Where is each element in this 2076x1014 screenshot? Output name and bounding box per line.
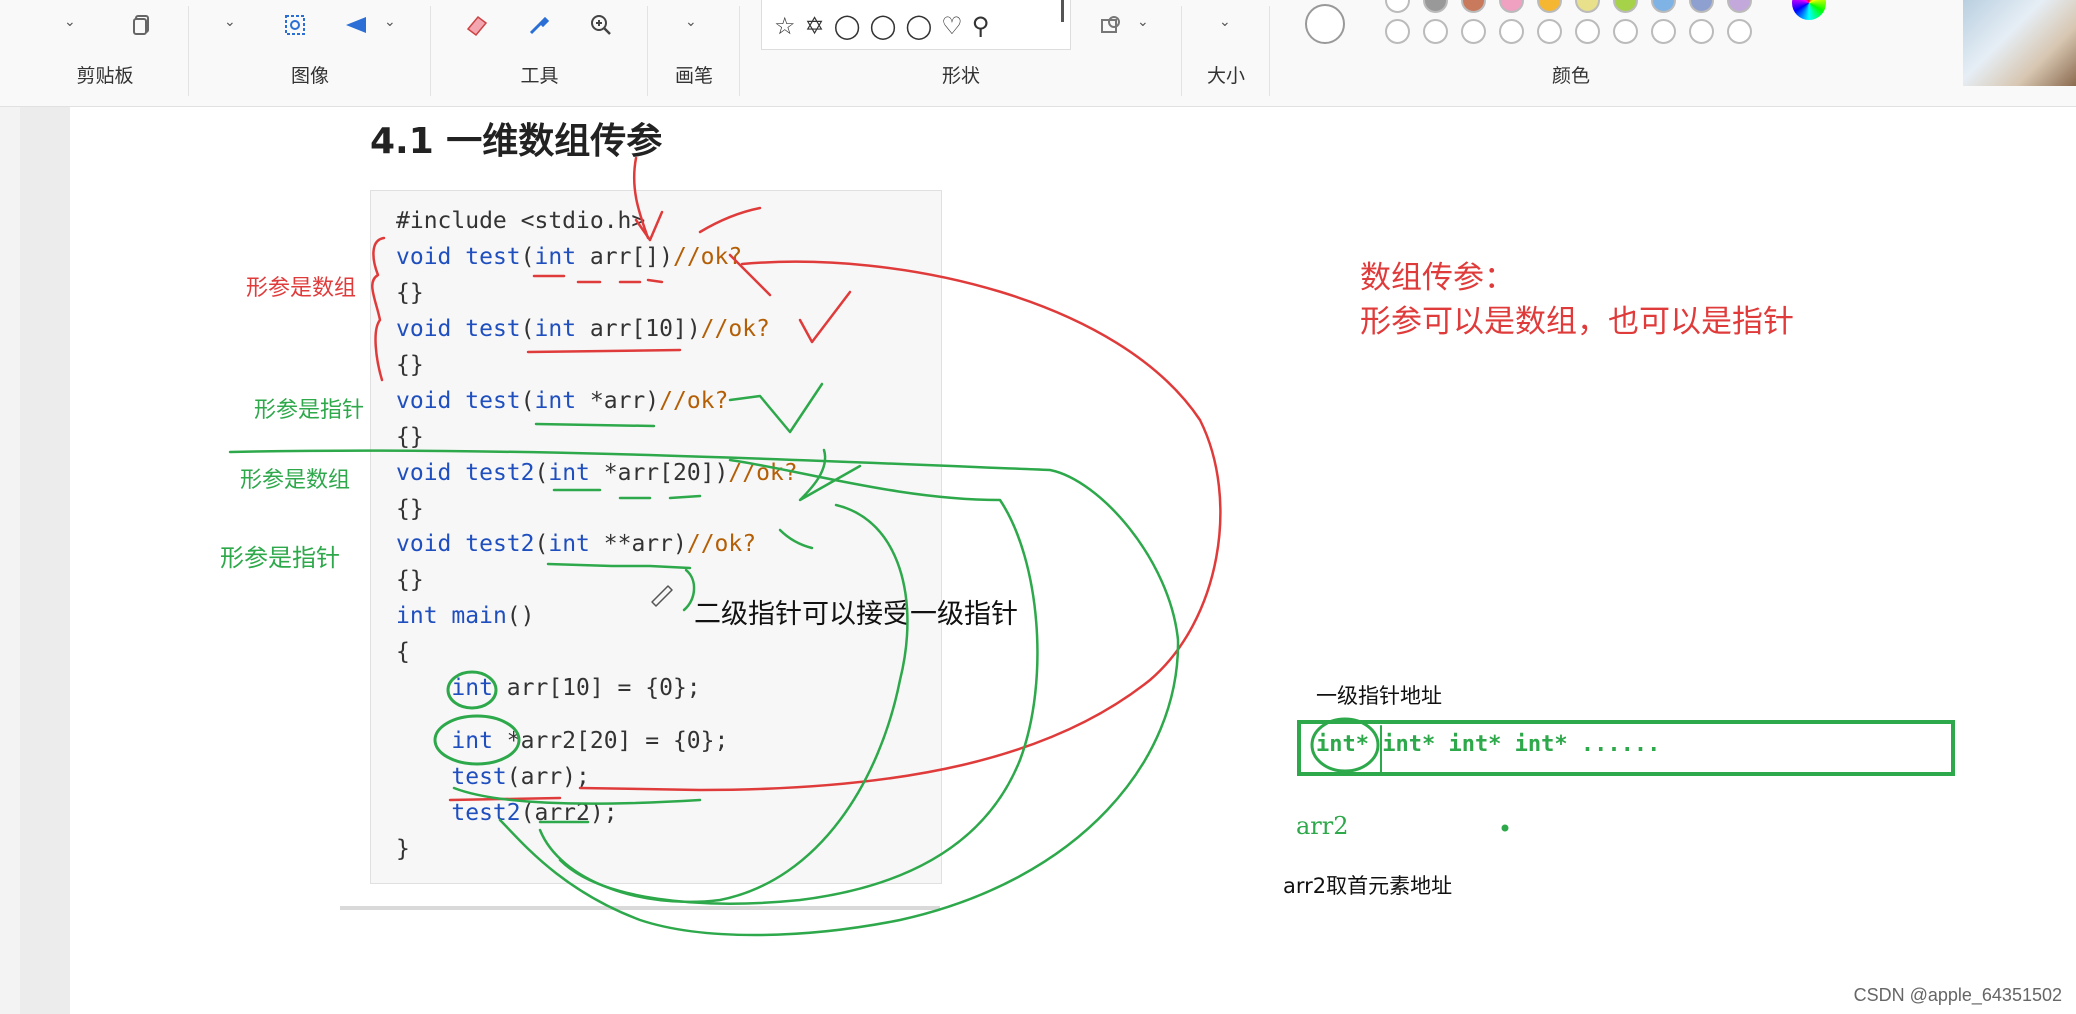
shape-icons[interactable]: ☆✡︎◯◯◯♡⚲ <box>774 12 998 40</box>
fill-icon[interactable] <box>1095 8 1129 42</box>
code-line: void test(int arr[10])//ok? <box>396 316 770 342</box>
code-line: { <box>396 639 410 665</box>
code-line: int arr[10] = {0}; <box>451 675 701 701</box>
color-swatch[interactable] <box>1651 0 1676 13</box>
color-swatch[interactable] <box>1537 0 1562 13</box>
watermark: CSDN @apple_64351502 <box>1853 985 2062 1005</box>
color-picker-icon[interactable] <box>522 8 556 42</box>
color-swatch[interactable] <box>1727 19 1752 44</box>
code-line: int main() <box>396 603 535 629</box>
color-swatch[interactable] <box>1461 19 1486 44</box>
code-line: {} <box>396 280 424 306</box>
color-swatch[interactable] <box>1651 19 1676 44</box>
code-line: test2(arr2); <box>451 800 618 826</box>
annotation-double-pointer-note: 二级指针可以接受一级指针 <box>694 599 1018 630</box>
code-line: {} <box>396 567 424 593</box>
annotation-param-pointer: 形参是指针 <box>254 398 365 423</box>
code-line: int *arr2[20] = {0}; <box>451 728 729 754</box>
group-label-clipboard: 剪贴板 <box>76 65 134 87</box>
copy-icon[interactable] <box>125 8 159 42</box>
group-label-colors: 颜色 <box>1551 65 1590 87</box>
color-swatch[interactable] <box>1423 19 1448 44</box>
paint-app-window: ⌄ 剪贴板 ⌄ ⌄ 图像 工具 ⌄ 画笔 ☆✡︎◯◯◯♡⚲ ⌄ 形状 ⌄ 大小 … <box>0 0 2076 1014</box>
array-cells-text: int* int* int* int* ...... <box>1316 732 1661 757</box>
annotation-param-pointer-2: 形参是指针 <box>220 544 340 572</box>
chevron-down-icon[interactable]: ⌄ <box>64 14 76 30</box>
heading-array-params-desc: 形参可以是数组，也可以是指针 <box>1360 304 1794 340</box>
color-swatch[interactable] <box>1613 19 1638 44</box>
group-colors: 颜色 <box>1271 0 1871 100</box>
color-swatch[interactable] <box>1499 19 1524 44</box>
color-swatch[interactable] <box>1385 0 1410 13</box>
group-clipboard: ⌄ 剪贴板 <box>20 0 190 100</box>
zoom-icon[interactable] <box>584 8 618 42</box>
group-shapes: ☆✡︎◯◯◯♡⚲ ⌄ 形状 <box>741 0 1181 100</box>
left-margin-strip <box>20 107 70 1014</box>
color-swatch[interactable] <box>1537 19 1562 44</box>
color-swatch[interactable] <box>1575 0 1600 13</box>
code-line: #include <stdio.h> <box>396 208 646 234</box>
arr2-label: arr2 <box>1296 812 1349 840</box>
shapes-gallery[interactable]: ☆✡︎◯◯◯♡⚲ <box>761 0 1071 50</box>
heading-array-params: 数组传参： <box>1360 260 1515 296</box>
chevron-down-icon[interactable]: ⌄ <box>685 14 697 30</box>
code-line: void test2(int **arr)//ok? <box>396 531 757 557</box>
group-label-tools: 工具 <box>520 65 559 87</box>
code-line: } <box>396 836 410 862</box>
color-swatch[interactable] <box>1575 19 1600 44</box>
color-swatch[interactable] <box>1613 0 1638 13</box>
color-swatch[interactable] <box>1499 0 1524 13</box>
chevron-down-icon[interactable]: ⌄ <box>1219 14 1231 30</box>
color-wheel-icon[interactable] <box>1792 0 1826 20</box>
divider <box>340 906 940 910</box>
color-swatch[interactable] <box>1385 19 1410 44</box>
group-tools: 工具 <box>432 0 647 100</box>
color-swatch[interactable] <box>1689 19 1714 44</box>
group-label-shapes: 形状 <box>941 65 980 87</box>
code-line: void test(int arr[])//ok? <box>396 244 743 270</box>
code-line: test(arr); <box>451 764 590 790</box>
rotate-icon[interactable] <box>340 8 374 42</box>
group-label-brush: 画笔 <box>674 65 713 87</box>
image-thumbnail <box>1963 0 2076 86</box>
group-brush: ⌄ 画笔 <box>649 0 739 100</box>
chevron-down-icon[interactable]: ⌄ <box>224 14 236 30</box>
group-size: ⌄ 大小 <box>1183 0 1269 100</box>
label-arr2-first-element-address: arr2取首元素地址 <box>1283 874 1453 898</box>
annotation-param-array-green: 形参是数组 <box>240 468 351 493</box>
image-select-icon[interactable] <box>278 8 312 42</box>
ribbon-toolbar: ⌄ 剪贴板 ⌄ ⌄ 图像 工具 ⌄ 画笔 ☆✡︎◯◯◯♡⚲ ⌄ 形状 ⌄ 大小 … <box>0 0 2076 107</box>
annotation-param-array-red: 形参是数组 <box>246 276 357 301</box>
code-line: {} <box>396 496 424 522</box>
slide-title: 4.1 一维数组传参 <box>370 121 663 162</box>
code-line: {} <box>396 352 424 378</box>
chevron-down-icon[interactable]: ⌄ <box>1137 14 1149 30</box>
group-label-size: 大小 <box>1206 65 1245 87</box>
eraser-icon[interactable] <box>460 8 494 42</box>
color-swatch[interactable] <box>1689 0 1714 13</box>
code-line: void test(int *arr)//ok? <box>396 388 729 414</box>
label-first-level-address: 一级指针地址 <box>1316 684 1442 708</box>
color-swatch[interactable] <box>1461 0 1486 13</box>
group-image: ⌄ ⌄ 图像 <box>190 0 430 100</box>
color-swatch[interactable] <box>1423 0 1448 13</box>
chevron-down-icon[interactable]: ⌄ <box>384 14 396 30</box>
color-swatch[interactable] <box>1727 0 1752 13</box>
code-line: void test2(int *arr[20])//ok? <box>396 460 798 486</box>
code-line: {} <box>396 424 424 450</box>
group-label-image: 图像 <box>290 65 329 87</box>
current-color-swatch[interactable] <box>1305 4 1345 44</box>
